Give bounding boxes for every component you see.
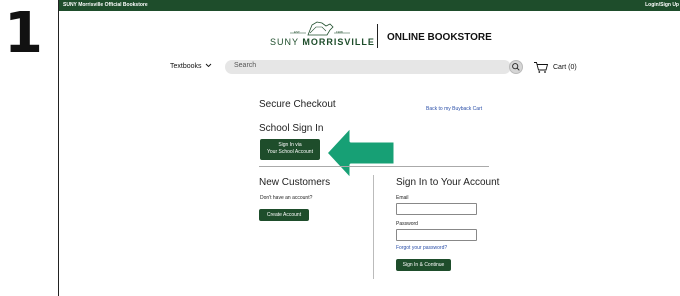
password-field[interactable] bbox=[396, 229, 477, 241]
step-indicator: 1 bbox=[0, 0, 58, 296]
header-divider bbox=[377, 24, 378, 48]
sign-in-heading: Sign In to Your Account bbox=[396, 177, 500, 188]
password-label: Password bbox=[396, 221, 418, 227]
logo-school-text: MORRISVILLE bbox=[302, 37, 375, 47]
logo-suny-text: SUNY bbox=[270, 37, 299, 47]
search-bar[interactable]: Search bbox=[225, 60, 511, 74]
sign-in-continue-button[interactable]: Sign In & Continue bbox=[396, 259, 451, 271]
browser-viewport: SUNY Morrisville Official Bookstore Logi… bbox=[58, 0, 680, 296]
school-button-line2: Your School Account bbox=[267, 149, 313, 155]
school-sign-in-heading: School Sign In bbox=[259, 123, 324, 134]
cart-icon bbox=[534, 62, 549, 73]
logo-est-text: EST. bbox=[294, 30, 301, 34]
logo-year-text: 1908 bbox=[336, 30, 343, 34]
school-logo[interactable]: EST. 1908 SUNY MORRISVILLE bbox=[270, 21, 374, 51]
back-to-buyback-link[interactable]: Back to my Buyback Cart bbox=[426, 106, 482, 112]
email-field[interactable] bbox=[396, 203, 477, 215]
top-bar: SUNY Morrisville Official Bookstore Logi… bbox=[59, 0, 680, 11]
store-title: ONLINE BOOKSTORE bbox=[387, 32, 492, 43]
login-link[interactable]: Login/Sign Up bbox=[645, 0, 679, 11]
store-name-link[interactable]: SUNY Morrisville Official Bookstore bbox=[63, 0, 148, 11]
search-icon bbox=[512, 63, 520, 71]
section-divider bbox=[259, 166, 489, 167]
step-number: 1 bbox=[4, 1, 43, 66]
email-label: Email bbox=[396, 195, 409, 201]
page-title: Secure Checkout bbox=[259, 99, 336, 110]
school-sign-in-button[interactable]: Sign In via Your School Account bbox=[260, 139, 320, 160]
new-customers-heading: New Customers bbox=[259, 177, 331, 188]
textbooks-menu[interactable]: Textbooks bbox=[170, 63, 212, 70]
search-input[interactable]: Search bbox=[234, 62, 256, 69]
school-button-line1: Sign In via bbox=[278, 142, 302, 148]
logo-wordmark: SUNY MORRISVILLE bbox=[270, 37, 375, 47]
forgot-password-link[interactable]: Forgot your password? bbox=[396, 245, 447, 251]
search-button[interactable] bbox=[509, 60, 523, 74]
column-divider bbox=[373, 175, 374, 279]
textbooks-label: Textbooks bbox=[170, 63, 202, 70]
cart-label: Cart (0) bbox=[553, 64, 577, 71]
chevron-down-icon bbox=[206, 63, 212, 68]
create-account-button[interactable]: Create Account bbox=[259, 209, 309, 221]
no-account-text: Don't have an account? bbox=[260, 195, 313, 201]
arrow-left-icon bbox=[324, 124, 397, 182]
